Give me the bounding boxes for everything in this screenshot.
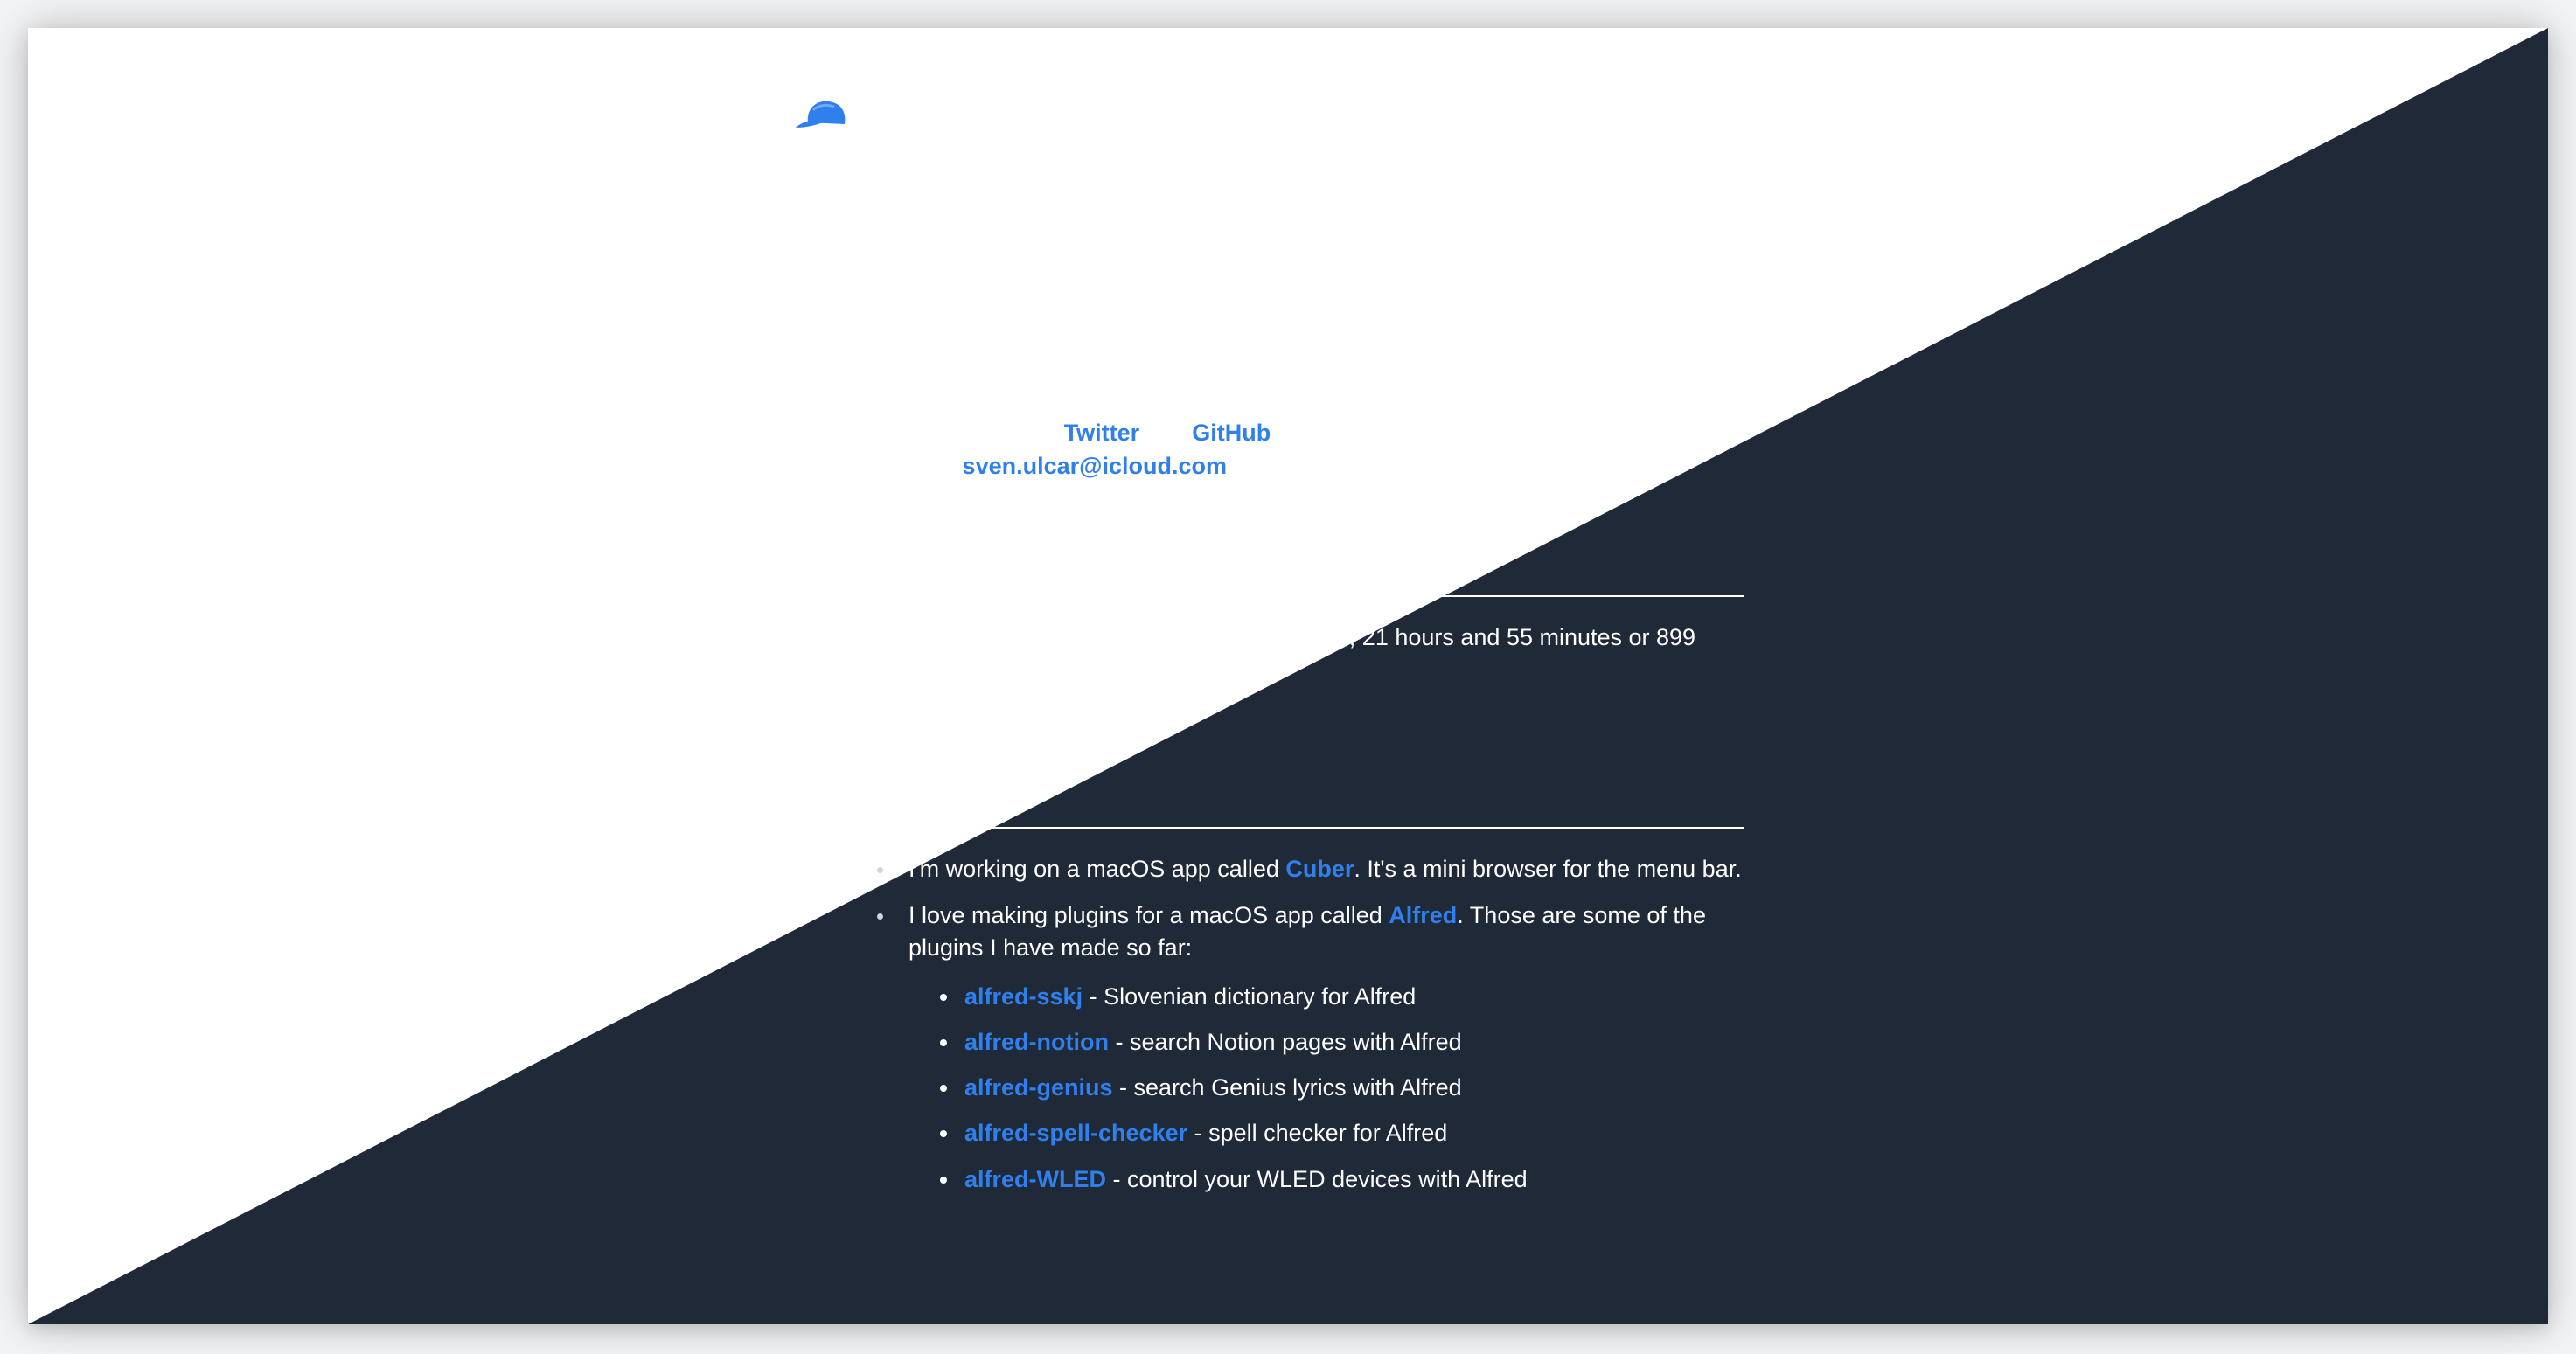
plugin-link[interactable]: alfred-sskj (964, 983, 1083, 1010)
projects-section: Projects I'm working on a macOS app call… (856, 779, 1744, 1196)
theme-toggle-button[interactable] (1705, 101, 1737, 133)
list-item: I'm working on a macOS app called Cuber.… (877, 853, 1744, 885)
plugin-link[interactable]: alfred-WLED (964, 1166, 1106, 1192)
together-section: How long me and my boo are together? We … (856, 547, 1744, 686)
list-item: alfred-spell-checker - spell checker for… (940, 1117, 1744, 1149)
list-item: alfred-WLED - control your WLED devices … (940, 1163, 1744, 1196)
contact-text: and (1139, 420, 1193, 447)
intro-paragraph: Hello! I'm Sven, a student based in Slov… (856, 331, 1716, 392)
site-logo[interactable]: Svenko (794, 66, 995, 171)
cuber-link[interactable]: Cuber (1285, 856, 1354, 882)
plugin-description: - Slovenian dictionary for Alfred (1083, 983, 1417, 1010)
project-text: . It's a mini browser for the menu bar. (1354, 855, 1742, 882)
list-item: alfred-notion - search Notion pages with… (940, 1026, 1744, 1059)
project-text: I'm working on a macOS app called (909, 855, 1286, 882)
plugin-description: - control your WLED devices with Alfred (1106, 1165, 1528, 1192)
section-divider (856, 594, 1744, 597)
alfred-link[interactable]: Alfred (1389, 902, 1457, 928)
contact-text: . (1226, 452, 1234, 479)
github-link[interactable]: GitHub (1192, 420, 1271, 446)
list-item: alfred-sskj - Slovenian dictionary for A… (940, 981, 1744, 1013)
twitter-link[interactable]: Twitter (1064, 420, 1140, 446)
list-item: I love making plugins for a macOS app ca… (877, 899, 1744, 1196)
section-title: Projects (856, 780, 987, 818)
contact-text: , and I’m happy to chat (1271, 420, 1510, 447)
main-content: Introduction Hello! I'm Sven, a student … (856, 255, 1744, 1210)
project-text: I love making plugins for a macOS app ca… (909, 902, 1389, 929)
contact-paragraph: You can find me on Twitter and GitHub, a… (856, 417, 1744, 483)
plugin-link[interactable]: alfred-notion (964, 1029, 1109, 1055)
plugin-link[interactable]: alfred-genius (964, 1074, 1113, 1101)
plugin-link[interactable]: alfred-spell-checker (964, 1120, 1187, 1146)
email-link[interactable]: sven.ulcar@icloud.com (963, 453, 1227, 479)
together-duration-text: We are together for 2 years, 5 months, 1… (856, 623, 1696, 683)
section-title: How long me and my boo are together? (856, 547, 1481, 586)
plugin-description: - search Genius lyrics with Alfred (1112, 1074, 1462, 1101)
plugin-description: - spell checker for Alfred (1187, 1120, 1448, 1147)
section-divider (856, 826, 1744, 829)
plugins-list: alfred-sskj - Slovenian dictionary for A… (909, 981, 1744, 1196)
browser-viewport: Svenko Introduction Hello! I'm Sven, a s… (28, 28, 2548, 1324)
half-circle-contrast-icon (1708, 104, 1734, 130)
contact-text: via email: (856, 452, 963, 479)
page: Svenko Introduction Hello! I'm Sven, a s… (28, 28, 2548, 1324)
contact-text: You can find me on (856, 420, 1064, 447)
list-item: alfred-genius - search Genius lyrics wit… (940, 1072, 1744, 1104)
section-title: Introduction (856, 256, 1050, 294)
section-divider (856, 302, 1744, 305)
introduction-section: Introduction Hello! I'm Sven, a student … (856, 255, 1744, 483)
site-name: Svenko (817, 122, 950, 164)
plugin-description: - search Notion pages with Alfred (1108, 1028, 1462, 1055)
projects-list: I'm working on a macOS app called Cuber.… (856, 853, 1744, 1196)
